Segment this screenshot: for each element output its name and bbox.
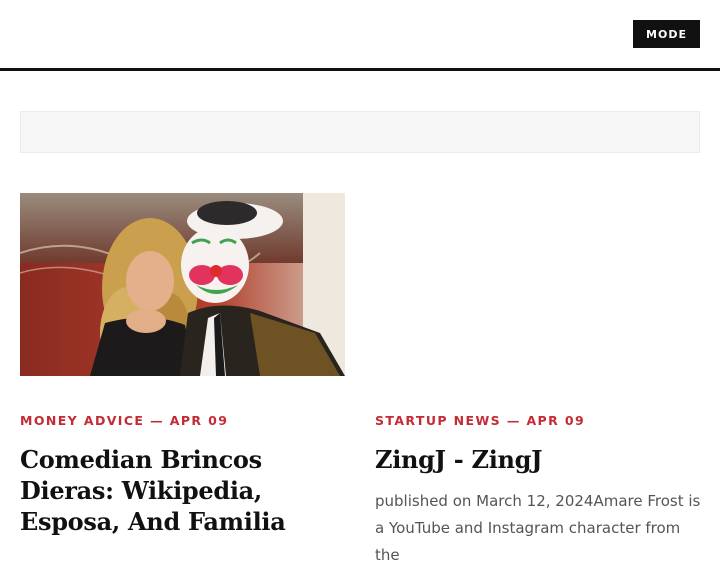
mode-toggle-button[interactable]: MODE <box>633 20 700 48</box>
post-meta: MONEY ADVICE — APR 09 <box>20 413 228 428</box>
post-image[interactable] <box>20 193 345 376</box>
post-excerpt: published on March 12, 2024Amare Frost i… <box>375 492 701 564</box>
post-date: APR 09 <box>526 413 586 428</box>
meta-separator: — <box>501 413 527 428</box>
meta-separator: — <box>144 413 170 428</box>
post-title[interactable]: ZingJ - ZingJ <box>375 444 700 475</box>
ad-placeholder <box>20 111 700 153</box>
post-meta: STARTUP NEWS — APR 09 <box>375 413 585 428</box>
post-photo <box>20 193 345 376</box>
post-date: APR 09 <box>169 413 229 428</box>
post-category-link[interactable]: MONEY ADVICE <box>20 413 144 428</box>
site-header: MODE <box>0 0 720 71</box>
post-title[interactable]: Comedian Brincos Dieras: Wikipedia, Espo… <box>20 444 340 537</box>
post-category-link[interactable]: STARTUP NEWS <box>375 413 501 428</box>
